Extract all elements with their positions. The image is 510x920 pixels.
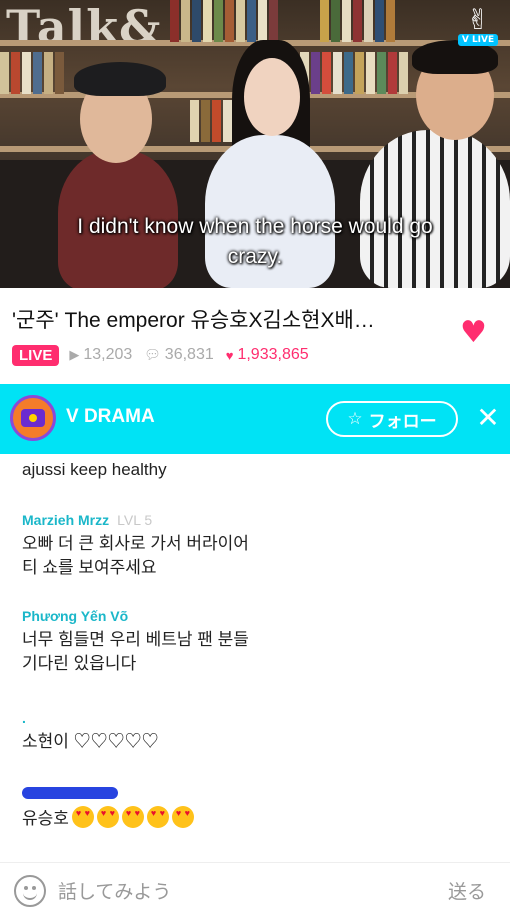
video-player[interactable]: Talk& ✌ V LIVE I didn't know when the ho…	[0, 0, 510, 288]
emoji-smile-icon[interactable]	[14, 875, 46, 907]
play-icon: ▶	[69, 347, 80, 362]
chat-username[interactable]: Marzieh Mrzz LVL 5	[22, 512, 482, 532]
heart-eyes-emoji-icon	[121, 806, 144, 828]
username[interactable]: Marzieh Mrzz	[22, 512, 109, 528]
chat-username[interactable]: Phương Yến Võ	[22, 608, 482, 628]
send-button[interactable]: 送る	[448, 877, 486, 904]
chat-message: 유승호	[22, 786, 482, 831]
chat-text: 오빠 더 큰 회사로 가서 버라이어 티 쇼를 보여주세요	[22, 534, 249, 577]
chat-bubble-icon: 💬︎	[144, 347, 161, 362]
like-count: ♥ 1,933,865	[226, 346, 309, 364]
chat-text-content: 유승호	[22, 809, 69, 828]
chat-text: 소현이 ♡♡♡♡♡	[22, 732, 159, 751]
video-subtitle: I didn't know when the horse would go cr…	[0, 212, 510, 272]
heart-eyes-emoji-icon	[146, 806, 169, 828]
heart-eyes-emoji-icon	[171, 806, 194, 828]
heart-eyes-emoji-icon	[71, 806, 94, 828]
heart-icon: ♥	[225, 347, 234, 363]
chat-message: ajussi keep healthy	[22, 458, 482, 482]
tv-icon	[21, 409, 45, 427]
video-stats: LIVE ▶ 13,203 💬︎ 36,831 ♥ 1,933,865	[12, 342, 321, 368]
video-title: '군주' The emperor 유승호X김소현X배…	[12, 309, 375, 332]
books	[300, 52, 408, 94]
channel-name[interactable]: V DRAMA	[66, 406, 155, 428]
books	[320, 0, 395, 42]
username[interactable]: .	[22, 710, 26, 726]
vlive-logo-label: V LIVE	[458, 34, 498, 46]
chat-username[interactable]: .	[22, 710, 482, 730]
live-badge: LIVE	[12, 344, 60, 366]
user-level: LVL 5	[117, 512, 153, 528]
view-count: ▶ 13,203	[69, 346, 132, 364]
books	[190, 100, 232, 142]
chat-message: Marzieh Mrzz LVL 5 오빠 더 큰 회사로 가서 버라이어 티 쇼…	[22, 512, 482, 580]
vlive-logo-icon: ✌ V LIVE	[458, 6, 498, 48]
redacted-username	[22, 787, 118, 799]
like-count-value: 1,933,865	[237, 346, 309, 363]
chat-message: . 소현이 ♡♡♡♡♡	[22, 710, 482, 754]
heart-eyes-emoji-icon	[96, 806, 119, 828]
books	[0, 52, 64, 94]
channel-avatar[interactable]	[10, 395, 56, 441]
username[interactable]: Phương Yến Võ	[22, 608, 128, 624]
close-icon[interactable]: ✕	[474, 402, 502, 434]
comment-count: 💬︎ 36,831	[144, 346, 213, 364]
chat-message: Phương Yến Võ 너무 힘들면 우리 베트남 팬 분들 기다린 있읍니…	[22, 608, 482, 676]
chat-input-bar: 送る	[0, 862, 510, 920]
books	[170, 0, 278, 42]
subtitle-line: I didn't know when the horse would go	[77, 215, 433, 238]
chat-username[interactable]	[22, 786, 482, 806]
cap	[74, 62, 166, 96]
like-heart-icon[interactable]: ♥	[460, 318, 490, 348]
star-icon: ☆	[347, 409, 363, 429]
chat-input[interactable]	[58, 877, 358, 907]
follow-label: フォロー	[368, 411, 437, 432]
subtitle-line: crazy.	[227, 245, 283, 268]
head	[244, 58, 300, 136]
channel-bar: V DRAMA ☆ フォロー ✕	[0, 384, 510, 454]
view-count-value: 13,203	[83, 346, 133, 363]
comment-count-value: 36,831	[164, 346, 214, 363]
chat-text: 너무 힘들면 우리 베트남 팬 분들 기다린 있읍니다	[22, 630, 249, 673]
chat-text: 유승호	[22, 806, 482, 831]
follow-button[interactable]: ☆ フォロー	[326, 401, 458, 437]
chat-text: ajussi keep healthy	[22, 460, 167, 479]
